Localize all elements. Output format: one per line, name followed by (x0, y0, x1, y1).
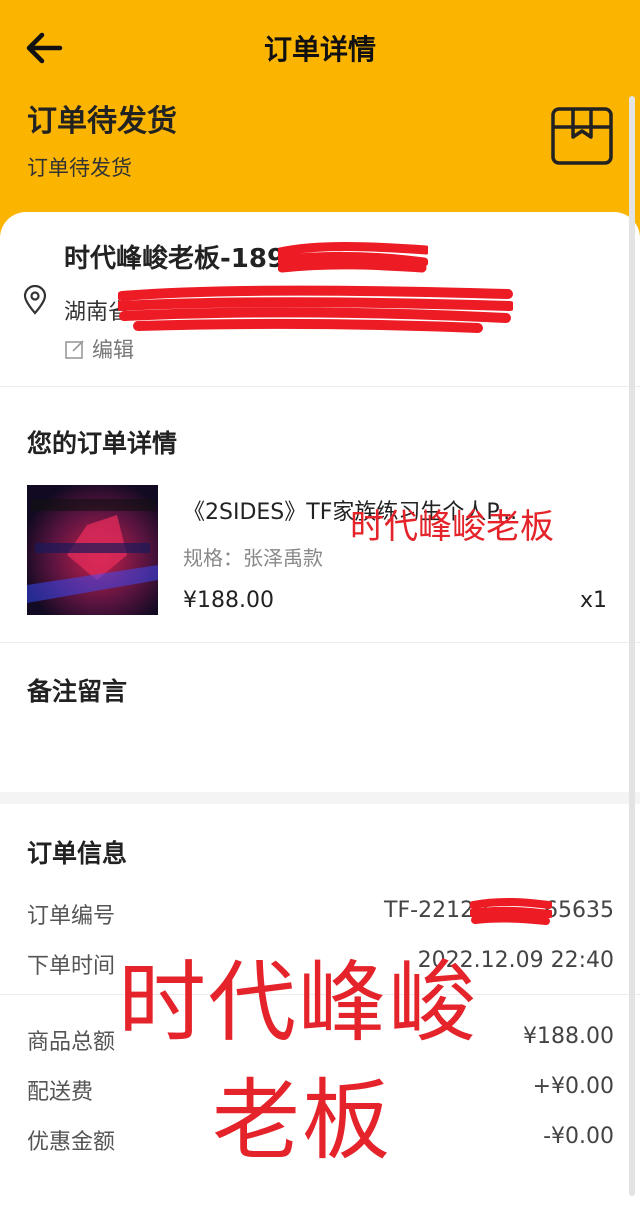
order-details-title: 您的订单详情 (27, 429, 178, 458)
redaction-scribble (278, 242, 428, 273)
package-box-icon (551, 107, 613, 165)
shipping-fee-label: 配送费 (27, 1080, 94, 1105)
order-time-label: 下单时间 (27, 954, 116, 979)
redaction-scribble (470, 897, 552, 925)
section-gap (0, 792, 640, 804)
order-status-title: 订单待发货 (27, 104, 177, 139)
redaction-scribble (118, 285, 513, 333)
recipient-name-phone: 时代峰峻老板-189 (64, 244, 286, 274)
order-number-label: 订单编号 (27, 904, 116, 929)
divider (0, 642, 640, 643)
goods-total-value: ¥188.00 (523, 1024, 614, 1049)
discount-value: -¥0.00 (543, 1124, 614, 1149)
scrollbar[interactable] (629, 96, 635, 1196)
shipping-fee-value: +¥0.00 (532, 1074, 614, 1099)
product-price: ¥188.00 (183, 588, 274, 613)
product-spec: 规格：张泽禹款 (183, 546, 323, 570)
order-status-subtitle: 订单待发货 (27, 156, 132, 180)
edit-icon (65, 340, 84, 359)
order-info-title: 订单信息 (27, 839, 128, 868)
page-title: 订单详情 (263, 33, 376, 66)
edit-address-button[interactable]: 编辑 (64, 334, 134, 364)
discount-label: 优惠金额 (27, 1130, 116, 1155)
product-quantity: x1 (579, 588, 607, 613)
watermark-large-line2: 老板 (212, 1069, 393, 1172)
goods-total-label: 商品总额 (27, 1030, 116, 1055)
remark-title: 备注留言 (27, 677, 128, 706)
product-thumbnail[interactable] (27, 485, 158, 615)
watermark-large-line1: 时代峰峻 (118, 951, 479, 1054)
location-pin-icon (23, 285, 47, 315)
watermark-small: 时代峰峻老板 (350, 507, 554, 547)
edit-label: 编辑 (92, 338, 134, 362)
divider (0, 386, 640, 387)
